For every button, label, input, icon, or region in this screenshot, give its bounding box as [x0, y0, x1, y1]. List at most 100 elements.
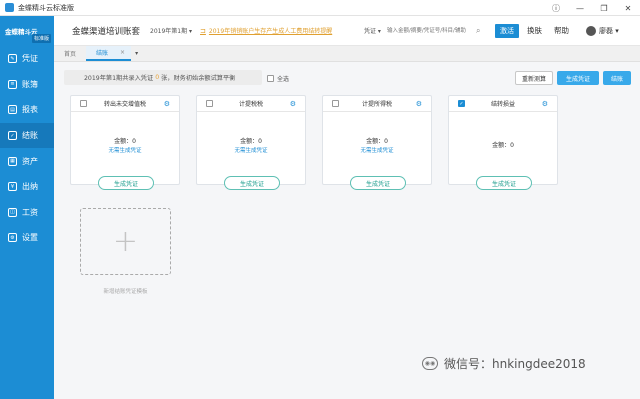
tab-home[interactable]: 首页 — [54, 46, 86, 61]
sidebar-item-label: 出纳 — [22, 182, 38, 192]
generate-voucher-button[interactable]: 生成凭证 — [350, 176, 406, 190]
sidebar-item-asset[interactable]: ▦ 资产 — [0, 148, 54, 174]
card-amount: 金额：0 — [492, 142, 514, 149]
closing-icon: ✓ — [8, 131, 17, 141]
tabs-bar: 首页 结账 × ▾ — [54, 46, 640, 62]
chevron-down-icon: ▾ — [135, 50, 139, 57]
sidebar-item-label: 资产 — [22, 156, 38, 166]
brand-logo[interactable]: 金蝶精斗云 标准版 — [0, 16, 54, 46]
help-link[interactable]: 帮助 — [554, 25, 569, 36]
cashier-icon: ¥ — [8, 182, 17, 192]
summary-prefix: 2019年第1期共录入凭证 — [84, 75, 154, 82]
report-icon: ▤ — [8, 105, 17, 115]
period-summary: 2019年第1期共录入凭证 0 张，财务初始余额试算平衡 — [64, 70, 262, 85]
company-name[interactable]: 金蝶渠道培训账套 — [72, 25, 140, 37]
sidebar-item-label: 凭证 — [22, 54, 38, 64]
gear-icon[interactable]: ⚙ — [290, 100, 296, 108]
notice-link[interactable]: ⊐ 2019年销销账户生存产生成人工费用结转提醒 — [200, 26, 333, 36]
main-content: 2019年第1期共录入凭证 0 张，财务初始余额试算平衡 全选 重新测算 生成凭证 … — [54, 62, 640, 399]
salary-icon: ◫ — [8, 207, 17, 217]
card-amount: 金额：0 — [240, 138, 262, 145]
card-checkbox[interactable] — [80, 100, 87, 107]
closing-card-vat-transfer: 转出未交增值税 ⚙ 金额：0 无需生成凭证 生成凭证 — [70, 95, 180, 190]
close-window-button[interactable]: ✕ — [616, 0, 640, 16]
add-template-card[interactable]: + — [80, 208, 171, 275]
recalculate-button[interactable]: 重新测算 — [515, 71, 553, 85]
add-template-label: 新增结账凭证模板 — [103, 289, 148, 295]
chevron-down-icon: ▾ — [189, 28, 193, 35]
info-icon[interactable]: ⓘ — [544, 0, 568, 16]
notice-icon: ⊐ — [200, 26, 206, 35]
sidebar-item-cashier[interactable]: ¥ 出纳 — [0, 174, 54, 200]
select-all[interactable]: 全选 — [267, 74, 289, 83]
tabs-dropdown[interactable]: ▾ — [131, 46, 142, 61]
card-amount: 金额：0 — [114, 138, 136, 145]
generate-voucher-button[interactable]: 生成凭证 — [476, 176, 532, 190]
maximize-button[interactable]: ❐ — [592, 0, 616, 16]
window-title: 金蝶精斗云标准版 — [18, 3, 74, 12]
card-header: 转出未交增值税 ⚙ — [71, 96, 179, 112]
voucher-icon: ✎ — [8, 54, 17, 64]
asset-icon: ▦ — [8, 156, 17, 166]
search-type-label: 凭证 — [364, 28, 377, 35]
sidebar-item-closing[interactable]: ✓ 结账 — [0, 122, 54, 149]
card-checkbox[interactable] — [206, 100, 213, 107]
top-header: 金蝶渠道培训账套 2019年第1期 ▾ ⊐ 2019年销销账户生存产生成人工费用结… — [54, 16, 640, 46]
generate-voucher-button[interactable]: 生成凭证 — [224, 176, 280, 190]
switch-skin-link[interactable]: 换肤 — [527, 25, 542, 36]
card-status: 无需生成凭证 — [108, 148, 142, 154]
sidebar-item-report[interactable]: ▤ 报表 — [0, 97, 54, 123]
gear-icon[interactable]: ⚙ — [416, 100, 422, 108]
card-amount: 金额：0 — [366, 138, 388, 145]
card-header: 计提所得税 ⚙ — [323, 96, 431, 112]
search-icon[interactable]: ⌕ — [476, 26, 480, 36]
select-all-label: 全选 — [277, 76, 290, 83]
sidebar-item-settings[interactable]: ⚙ 设置 — [0, 225, 54, 251]
sidebar-item-label: 工资 — [22, 207, 38, 217]
voucher-count: 0 — [155, 74, 160, 81]
tab-label: 结账 — [96, 50, 109, 57]
watermark-text: 微信号：hnkingdee2018 — [444, 357, 586, 371]
minimize-button[interactable]: — — [568, 0, 592, 16]
tab-closing[interactable]: 结账 × — [86, 46, 132, 61]
close-icon[interactable]: × — [120, 49, 125, 56]
sidebar-item-label: 设置 — [22, 233, 38, 243]
avatar[interactable] — [586, 25, 596, 36]
generate-voucher-button[interactable]: 生成凭证 — [557, 71, 599, 85]
gear-icon[interactable]: ⚙ — [164, 100, 170, 108]
tab-label: 首页 — [64, 51, 77, 58]
username: 廖磊 — [599, 26, 613, 35]
activate-button[interactable]: 激活 — [495, 23, 519, 38]
sidebar: 金蝶精斗云 标准版 ✎ 凭证 ≡ 账簿 ▤ 报表 ✓ 结账 ▦ 资产 ¥ 出纳 ◫ 工资 ⚙ 设… — [0, 16, 54, 399]
select-all-checkbox[interactable] — [267, 75, 274, 82]
close-period-button[interactable]: 结账 — [603, 71, 631, 85]
period-selector[interactable]: 2019年第1期 ▾ — [150, 26, 192, 35]
sidebar-item-ledger[interactable]: ≡ 账簿 — [0, 72, 54, 98]
search-type-select[interactable]: 凭证 ▾ — [364, 26, 381, 35]
user-menu[interactable]: 廖磊 ▾ — [599, 26, 619, 36]
app-logo-icon — [5, 3, 14, 12]
summary-suffix: 张，财务初始余额试算平衡 — [161, 75, 236, 82]
ledger-icon: ≡ — [8, 79, 17, 89]
window-titlebar: 金蝶精斗云标准版 ⓘ — ❐ ✕ — [0, 0, 640, 16]
card-status: 无需生成凭证 — [234, 148, 268, 154]
closing-card-income-tax: 计提所得税 ⚙ 金额：0 无需生成凭证 生成凭证 — [322, 95, 432, 190]
generate-voucher-button[interactable]: 生成凭证 — [98, 176, 154, 190]
sidebar-item-label: 结账 — [22, 131, 38, 141]
sidebar-item-salary[interactable]: ◫ 工资 — [0, 200, 54, 226]
card-status: 无需生成凭证 — [360, 148, 394, 154]
period-label: 2019年第1期 — [150, 28, 188, 35]
card-header: 计提税税 ⚙ — [197, 96, 305, 112]
plus-icon: + — [112, 224, 139, 259]
card-checkbox[interactable]: ✓ — [458, 100, 465, 107]
gear-icon[interactable]: ⚙ — [542, 100, 548, 108]
wechat-icon: ◉◉ — [422, 357, 438, 370]
sidebar-item-label: 报表 — [22, 105, 38, 115]
closing-card-accrue-tax: 计提税税 ⚙ 金额：0 无需生成凭证 生成凭证 — [196, 95, 306, 190]
card-checkbox[interactable] — [332, 100, 339, 107]
settings-icon: ⚙ — [8, 233, 17, 243]
sidebar-item-voucher[interactable]: ✎ 凭证 — [0, 46, 54, 72]
closing-card-profit-loss: ✓ 结转损益 ⚙ 金额：0 生成凭证 — [448, 95, 558, 190]
notice-text: 2019年销销账户生存产生成人工费用结转提醒 — [208, 28, 333, 35]
card-header: ✓ 结转损益 ⚙ — [449, 96, 557, 112]
